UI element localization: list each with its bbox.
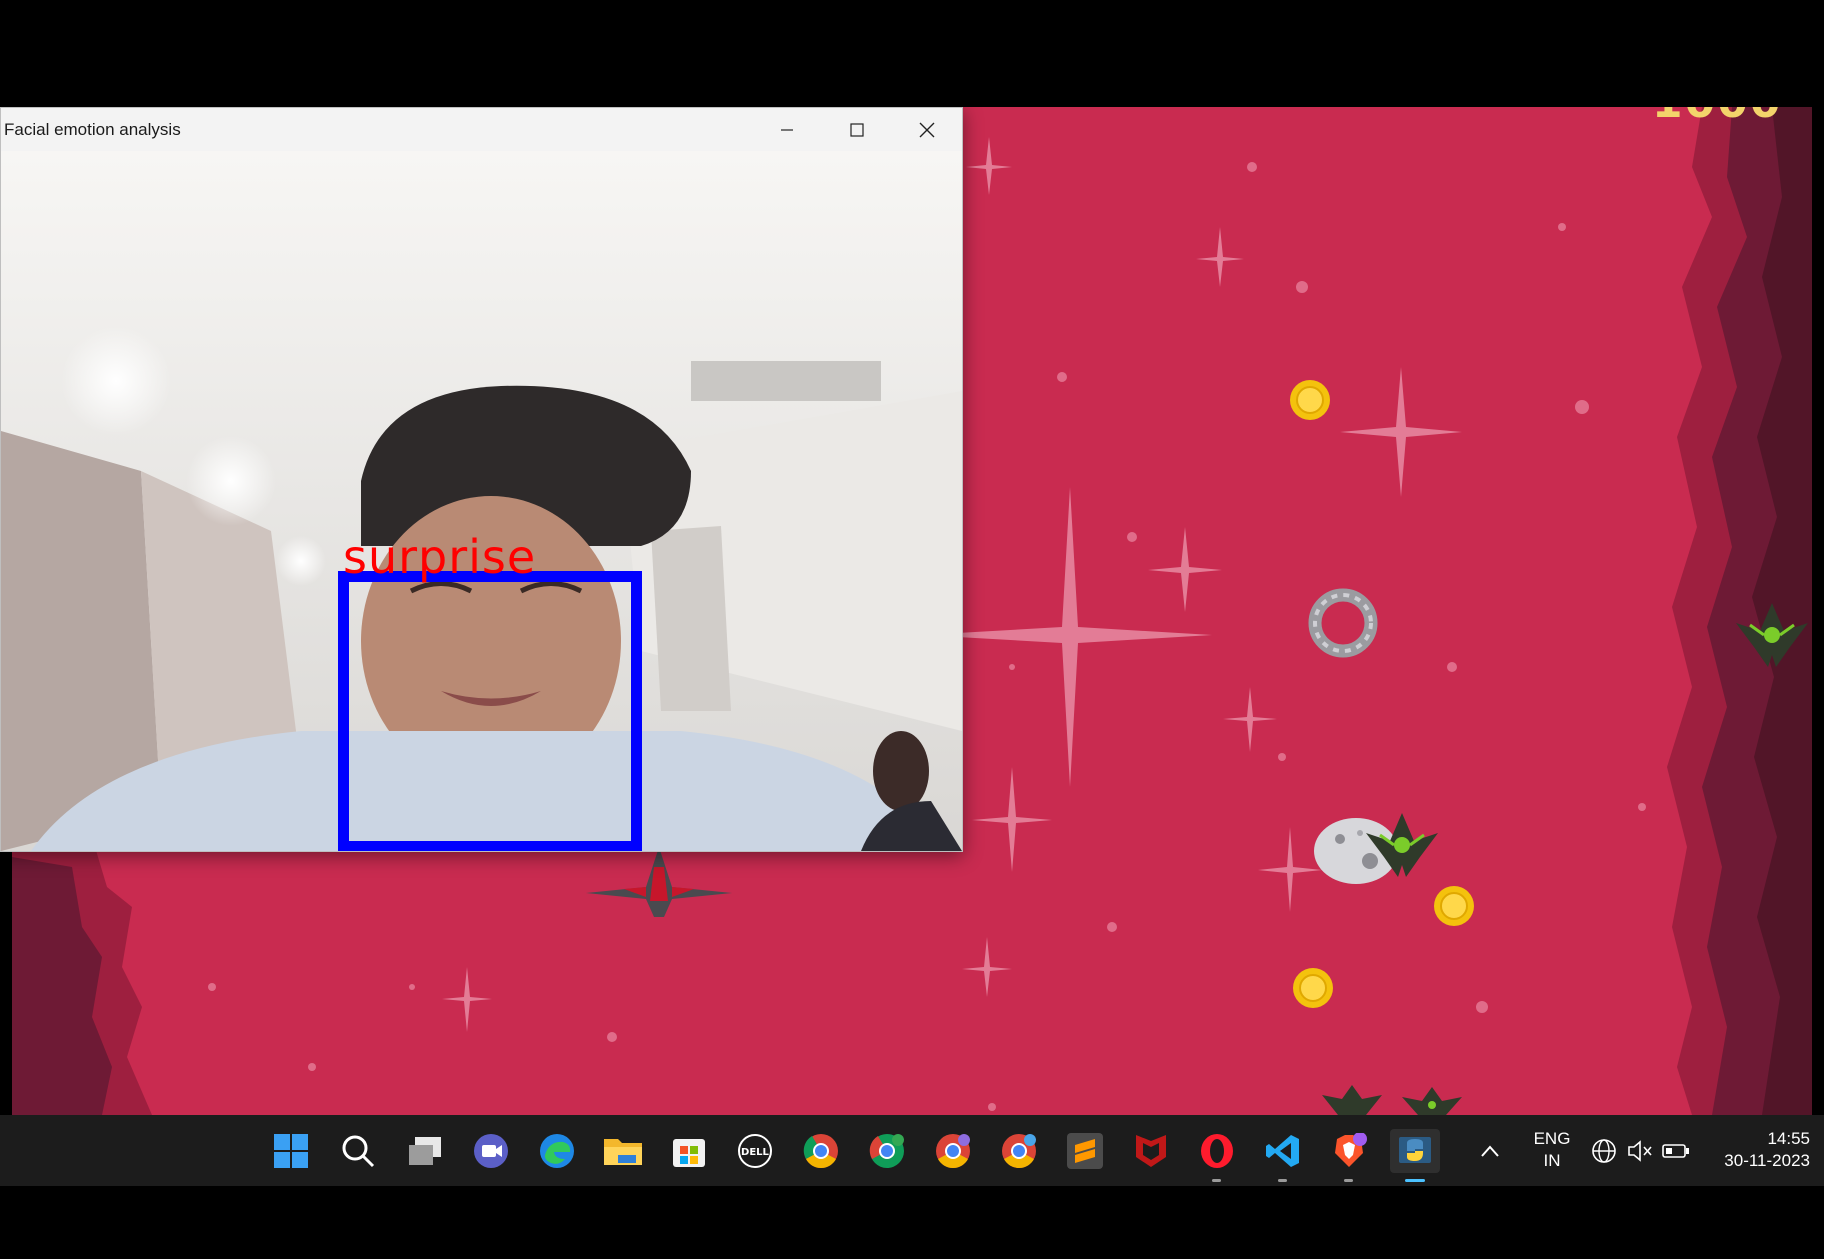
start-button[interactable]	[269, 1129, 313, 1173]
teams-meet-button[interactable]	[469, 1129, 513, 1173]
face-detection-box	[338, 571, 642, 851]
chrome-profile-3-button[interactable]	[997, 1129, 1041, 1173]
show-hidden-icons-button[interactable]	[1468, 1129, 1512, 1173]
minimize-button[interactable]	[752, 108, 822, 151]
chrome-profile-1-icon	[869, 1134, 904, 1168]
network-globe-icon	[1592, 1139, 1616, 1163]
search-icon	[342, 1135, 375, 1168]
edge-button[interactable]	[535, 1129, 579, 1173]
brave-button[interactable]	[1327, 1129, 1371, 1182]
portal-ring-icon	[1308, 588, 1378, 658]
score-display: 1000	[1652, 107, 1782, 128]
region-code: IN	[1543, 1151, 1561, 1170]
python-button[interactable]	[1390, 1129, 1440, 1182]
search-button[interactable]	[336, 1129, 380, 1173]
close-button[interactable]	[892, 108, 962, 151]
minimize-icon	[781, 128, 793, 131]
task-view-button[interactable]	[403, 1129, 447, 1173]
volume-muted-icon	[1628, 1140, 1652, 1162]
running-indicator	[1278, 1179, 1287, 1182]
mcafee-icon	[1136, 1135, 1166, 1167]
chrome-profile-2-icon	[936, 1134, 970, 1168]
coin-icon	[1293, 968, 1333, 1008]
opera-button[interactable]	[1195, 1129, 1239, 1182]
maximize-button[interactable]	[822, 108, 892, 151]
task-view-icon	[409, 1137, 441, 1165]
chevron-up-icon	[1481, 1145, 1499, 1157]
chrome-profile-1-button[interactable]	[865, 1129, 909, 1173]
chrome-icon	[803, 1134, 838, 1168]
sublime-text-button[interactable]	[1063, 1129, 1107, 1173]
edge-icon	[540, 1134, 574, 1168]
clock-date: 30-11-2023	[1724, 1151, 1810, 1170]
brave-icon	[1335, 1133, 1367, 1167]
chrome-profile-2-button[interactable]	[931, 1129, 975, 1173]
vscode-icon	[1266, 1135, 1299, 1167]
enemy-ship-icon	[1366, 813, 1438, 877]
close-icon	[919, 122, 935, 137]
battery-button[interactable]	[1654, 1129, 1698, 1173]
running-indicator	[1212, 1179, 1221, 1182]
webcam-feed: surprise	[1, 151, 962, 851]
maximize-icon	[850, 122, 864, 137]
svg-text:DELL: DELL	[741, 1147, 770, 1158]
clock-time: 14:55	[1767, 1129, 1810, 1148]
file-explorer-icon	[604, 1139, 642, 1165]
enemy-ship-icon	[1402, 1087, 1462, 1115]
enemy-ship-icon	[1736, 603, 1808, 667]
start-icon	[274, 1134, 308, 1168]
active-indicator	[1405, 1179, 1425, 1182]
mcafee-button[interactable]	[1129, 1129, 1173, 1173]
window-titlebar[interactable]: Facial emotion analysis	[1, 108, 962, 151]
coin-icon	[1434, 886, 1474, 926]
microsoft-store-icon	[673, 1139, 705, 1167]
taskbar: DELL ENG IN 14:55 30-11-2023	[0, 1115, 1824, 1186]
chrome-button[interactable]	[799, 1129, 843, 1173]
sublime-text-icon	[1067, 1133, 1103, 1169]
microsoft-store-button[interactable]	[667, 1129, 711, 1173]
file-explorer-button[interactable]	[601, 1129, 645, 1173]
language-code: ENG	[1533, 1129, 1571, 1148]
dell-button[interactable]: DELL	[733, 1129, 777, 1173]
teams-meet-icon	[474, 1134, 508, 1168]
emotion-label: surprise	[343, 530, 537, 584]
python-icon	[1399, 1137, 1431, 1163]
running-indicator	[1344, 1179, 1353, 1182]
battery-icon	[1662, 1144, 1689, 1158]
chrome-profile-3-icon	[1002, 1134, 1036, 1168]
player-ship-icon	[586, 847, 732, 917]
language-indicator[interactable]: ENG IN	[1527, 1128, 1577, 1172]
coin-icon	[1290, 380, 1330, 420]
window-controls	[752, 108, 962, 151]
vscode-button[interactable]	[1261, 1129, 1305, 1182]
window-title: Facial emotion analysis	[4, 119, 181, 139]
enemy-ship-icon	[1322, 1085, 1382, 1115]
clock[interactable]: 14:55 30-11-2023	[1706, 1128, 1810, 1172]
opera-icon	[1201, 1134, 1233, 1168]
dell-icon: DELL	[738, 1134, 772, 1168]
emotion-analysis-window[interactable]: Facial emotion analysis surprise	[0, 107, 963, 852]
